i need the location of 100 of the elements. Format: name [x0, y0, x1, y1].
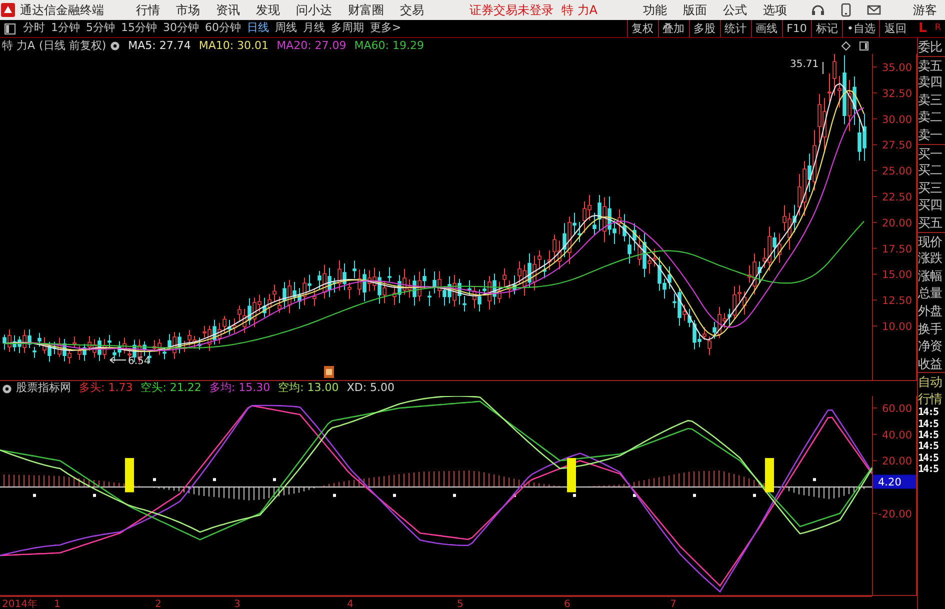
phone-icon[interactable] — [841, 3, 851, 17]
quote-field-label: 买二 — [918, 161, 943, 179]
menu-item[interactable]: 发现 — [248, 1, 288, 19]
quote-field-label: 买四 — [918, 196, 943, 214]
toolbar-button[interactable]: 画线 — [750, 20, 782, 37]
quote-field-label: 卖三 — [918, 90, 943, 108]
trade-time: 14:5 — [918, 407, 940, 419]
trade-time: 14:5 — [918, 441, 940, 453]
time-axis-label: 6 — [564, 599, 570, 609]
axis-label: 32.50 — [882, 88, 912, 100]
menu-item[interactable]: 功能 — [635, 1, 675, 19]
indicator-name: 股票指标网 — [16, 380, 71, 396]
period-tab[interactable]: 30分钟 — [160, 20, 202, 37]
toolbar-button[interactable]: 多股 — [688, 20, 720, 37]
panel-toggle-icon[interactable] — [4, 22, 16, 34]
quote-field-label: 买一 — [918, 144, 945, 162]
menu-item[interactable]: 选项 — [755, 1, 795, 19]
window-icon[interactable] — [859, 41, 869, 51]
indicator-value: 空均: 13.00 — [278, 380, 339, 396]
quote-field-label: 现价 — [918, 232, 945, 250]
quote-field-label: 买三 — [918, 178, 943, 196]
axis-label: 25.00 — [882, 166, 912, 178]
axis-label: 20.00 — [882, 217, 912, 230]
toolbar-button[interactable]: 统计 — [720, 20, 751, 37]
headset-icon[interactable] — [811, 3, 825, 17]
time-axis-label: 5 — [457, 599, 464, 609]
signal-marker — [765, 458, 774, 492]
time-axis-label: 2014年 — [2, 599, 38, 609]
quote-field-label: 卖四 — [918, 73, 943, 91]
trade-time: 14:5 — [918, 452, 940, 464]
circle-icon[interactable] — [2, 384, 12, 394]
low-price-label: 6.54 — [128, 356, 150, 367]
menu-item[interactable]: 财富圈 — [340, 1, 392, 19]
mail-icon[interactable] — [867, 4, 881, 16]
toolbar-button[interactable]: 叠加 — [658, 20, 689, 37]
event-marker-icon — [324, 366, 334, 378]
mode-tab[interactable]: 自动 — [918, 372, 945, 390]
indicator-value: 多头: 1.73 — [79, 380, 133, 396]
toolbar-button[interactable]: 返回 — [879, 20, 910, 37]
period-tab[interactable]: 1分钟 — [48, 20, 83, 37]
axis-label: 12.50 — [882, 295, 912, 308]
period-tab[interactable]: 60分钟 — [202, 20, 244, 37]
toolbar-button[interactable]: 标记 — [810, 20, 842, 37]
time-axis-label: 2 — [155, 599, 162, 609]
axis-label: -20.00 — [878, 508, 912, 520]
axis-label: 10.00 — [882, 321, 912, 333]
app-title: 通达信金融终端 — [20, 2, 104, 19]
signal-marker — [125, 458, 134, 492]
signal-marker — [567, 458, 576, 492]
toolbar-button[interactable]: 复权 — [626, 20, 658, 37]
quote-field-label: 卖二 — [918, 108, 943, 126]
period-tab[interactable]: 多周期 — [328, 20, 367, 37]
moving-average-value: MA10: 30.01 — [198, 38, 269, 54]
quote-field-label: 卖五 — [918, 56, 945, 74]
period-tab[interactable]: 月线 — [300, 20, 328, 37]
more-link[interactable]: 更多> — [367, 20, 404, 37]
axis-label: 27.50 — [882, 140, 912, 152]
quote-field-label: 外盘 — [918, 302, 943, 320]
toolbar-button[interactable]: •自选 — [842, 20, 880, 37]
time-axis-label: 3 — [234, 599, 240, 609]
indicator-value: XD: 5.00 — [346, 380, 395, 396]
axis-label: 20.00 — [882, 456, 912, 468]
menu-item[interactable]: 交易 — [392, 1, 432, 19]
login-status: 证券交易未登录 — [469, 2, 554, 19]
moving-average-value: MA20: 27.09 — [276, 38, 346, 54]
quote-field-label: 总量 — [918, 284, 943, 302]
menu-item[interactable]: 行情 — [128, 1, 168, 19]
axis-label: 17.50 — [882, 243, 912, 256]
quote-field-label: 卖一 — [918, 126, 943, 144]
quote-field-label: 委比 — [918, 38, 943, 56]
period-tab[interactable]: 15分钟 — [118, 20, 160, 37]
period-tab[interactable]: 5分钟 — [83, 20, 118, 37]
axis-label: 22.50 — [882, 192, 912, 204]
stock-title: 特 力A — [2, 38, 36, 54]
menu-item[interactable]: 问小达 — [288, 1, 340, 19]
corner-label: R — [934, 22, 941, 35]
circle-icon[interactable] — [110, 41, 120, 51]
time-axis-label: 1 — [54, 599, 60, 609]
quote-field-label: 涨跌 — [918, 249, 943, 267]
toolbar-button[interactable]: F10 — [782, 20, 811, 37]
moving-average-value: MA5: 27.74 — [128, 38, 191, 54]
quote-field-label: 换手 — [918, 320, 943, 338]
high-price-label: 35.71 — [790, 59, 819, 70]
menu-item[interactable]: 公式 — [715, 1, 755, 19]
diamond-icon[interactable] — [841, 41, 851, 51]
stock-name: 特 力A — [561, 2, 598, 19]
period-tab[interactable]: 日线 — [244, 20, 272, 37]
mode-tab[interactable]: 行情 — [918, 390, 945, 408]
indicator-value: 空头: 21.22 — [140, 380, 202, 396]
axis-label: 35.00 — [882, 62, 912, 74]
menu-item[interactable]: 市场 — [168, 1, 208, 19]
current-value-tag: 4.20 — [873, 474, 916, 489]
indicator-value: 多均: 15.30 — [209, 380, 270, 396]
arrow-icon — [110, 356, 126, 364]
user-label[interactable]: 游客 — [905, 1, 945, 19]
period-tab[interactable]: 分时 — [20, 20, 48, 37]
quote-field-label: 买五 — [918, 214, 943, 232]
menu-item[interactable]: 版面 — [675, 1, 715, 19]
menu-item[interactable]: 资讯 — [208, 1, 248, 19]
period-tab[interactable]: 周线 — [272, 20, 300, 37]
